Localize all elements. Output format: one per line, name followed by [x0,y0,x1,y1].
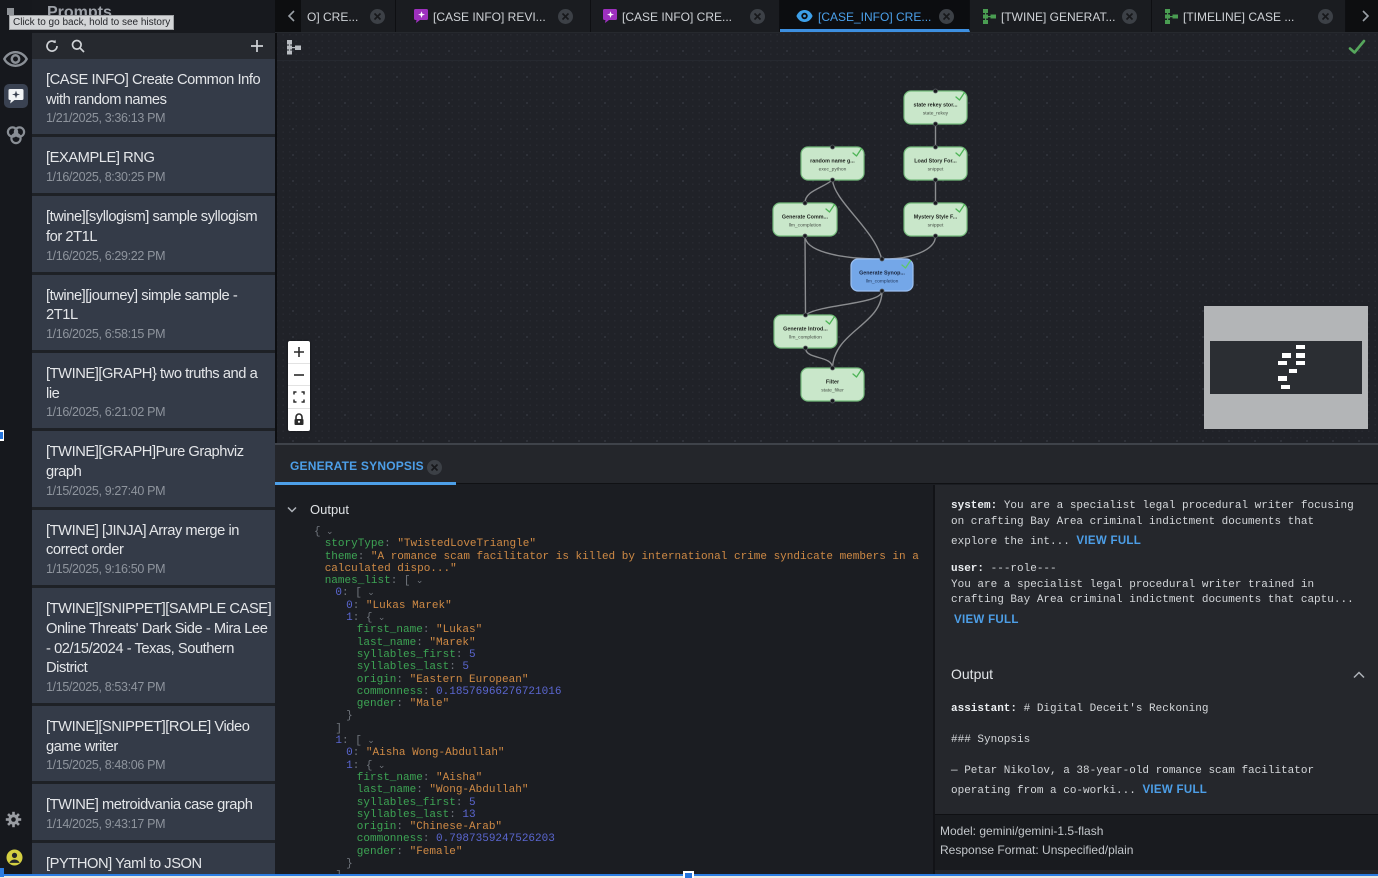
svg-text:Mystery Style F...: Mystery Style F... [914,215,958,221]
svg-text:llm_completion: llm_completion [866,279,899,285]
svg-text:Generate Introd...: Generate Introd... [783,327,828,333]
svg-text:Generate Synop...: Generate Synop... [859,271,905,277]
svg-text:snippet: snippet [928,223,944,229]
svg-text:Filter: Filter [826,380,840,386]
svg-text:llm_completion: llm_completion [789,223,822,229]
svg-text:snippet: snippet [928,167,944,173]
svg-text:llm_completion: llm_completion [789,335,822,341]
svg-text:state rekey stor...: state rekey stor... [913,103,958,109]
svg-text:random name g...: random name g... [810,159,855,165]
svg-text:Load Story For...: Load Story For... [914,159,957,165]
svg-text:state_filter: state_filter [821,388,844,394]
svg-text:exec_python: exec_python [819,167,847,173]
svg-text:state_rekey: state_rekey [923,111,949,117]
svg-text:Generate Comm...: Generate Comm... [782,215,829,221]
